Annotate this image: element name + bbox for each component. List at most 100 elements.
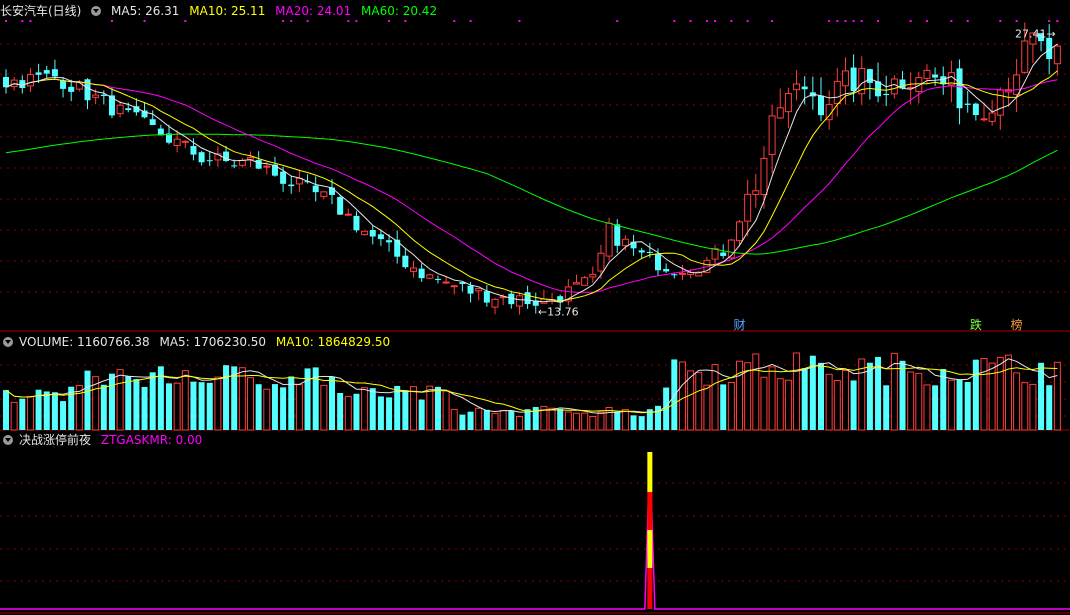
ma20-line [5,78,1058,293]
volume-bar [1053,361,1061,431]
candle-down [149,119,156,125]
volume-ma10-label: MA10: 1864829.50 [275,335,391,349]
signal-dot [347,20,350,22]
volume-bar [818,362,824,430]
volume-bar [768,366,776,431]
candle-down [524,292,531,305]
candle-up [678,272,686,275]
signal-dot [143,20,146,22]
volume-bar [426,385,434,431]
candle-up [890,78,898,95]
volume-bar [614,411,621,430]
candle-up [1021,40,1029,73]
volume-bar [418,399,425,430]
volume-bar [573,412,580,431]
volume-bar [784,379,792,431]
candle-up [988,112,996,122]
collapse-icon[interactable] [91,6,102,16]
volume-bar [671,359,678,430]
collapse-icon[interactable] [3,337,13,347]
volume-bar [442,390,450,431]
signal-dot [29,20,32,22]
volume-bar [947,379,955,431]
signal-dot [966,20,969,22]
candle-down [614,224,621,246]
candle-down [394,239,401,257]
volume-bar [678,361,686,431]
volume-bar [295,384,303,431]
candle-down [231,165,238,167]
signal-dot [282,20,285,22]
volume-bar [996,357,1004,431]
volume-bar [108,373,115,430]
candle-down [43,70,50,74]
candle-up [711,248,719,260]
candle-down [369,230,376,237]
volume-bar [369,388,376,430]
volume-bar [711,364,719,431]
volume-bar [75,384,83,431]
signal-dot [852,20,855,22]
volume-bar [515,416,523,431]
candle-down [671,274,678,276]
volume-bar [972,359,979,430]
volume-bar [10,401,18,431]
signal-dot [828,20,831,22]
candle-up [181,140,189,143]
candle-up [784,93,792,113]
candle-down [418,268,425,279]
signal-dot [1015,20,1018,22]
candle-down [818,95,824,116]
volume-bar [655,405,661,430]
signal-dot [355,20,358,22]
candle-up [581,277,589,286]
candle-down [125,108,132,111]
candle-down [483,291,490,303]
candle-up [744,193,752,222]
volume-bar [736,360,743,431]
candle-down [3,76,9,88]
volume-bar [206,382,213,430]
candle-down [337,197,344,215]
volume-bar [26,395,34,431]
candle-down [801,86,808,90]
collapse-icon[interactable] [3,435,13,445]
volume-bar [1013,372,1021,431]
candle-up [361,230,369,236]
signal-dot [184,20,187,22]
candle-up [776,107,784,119]
stock-title[interactable]: 长安汽车(日线) [0,4,81,18]
candle-up [793,83,801,91]
ma60-line [5,133,1058,255]
volume-bar [557,408,564,430]
candle-down [467,285,474,294]
candle-up [442,281,450,284]
candle-down [51,69,58,77]
volume-bar [491,412,499,431]
indicator-signal-bar [647,530,653,568]
candle-down [402,255,409,268]
signal-dot [860,20,863,22]
stock-chart: ←13.76 27.41→ 财 跌 榜 [0,20,1070,614]
volume-panel-header: VOLUME: 1160766.38 MA5: 1706230.50 MA10:… [3,333,396,351]
indicator-name[interactable]: 决战涨停前夜 [19,433,91,447]
signal-dot [5,20,7,22]
candle-down [190,146,197,155]
candle-up [760,157,768,195]
candle-up [344,213,352,216]
volume-bar [1029,383,1037,431]
signal-dot [689,20,692,22]
signal-dot [616,20,619,22]
volume-bar [141,386,148,430]
volume-bar [850,380,857,430]
candle-down [60,80,67,89]
signal-dot [469,20,472,22]
volume-bar [60,401,67,430]
candle-up [263,165,271,168]
volume-bar [964,382,971,430]
candle-up [320,191,328,197]
volume-bar [43,391,50,430]
high-price-label: 27.41→ [1015,27,1056,40]
candle-down [638,250,645,253]
volume-ma5-label: MA5: 1706230.50 [159,335,267,349]
